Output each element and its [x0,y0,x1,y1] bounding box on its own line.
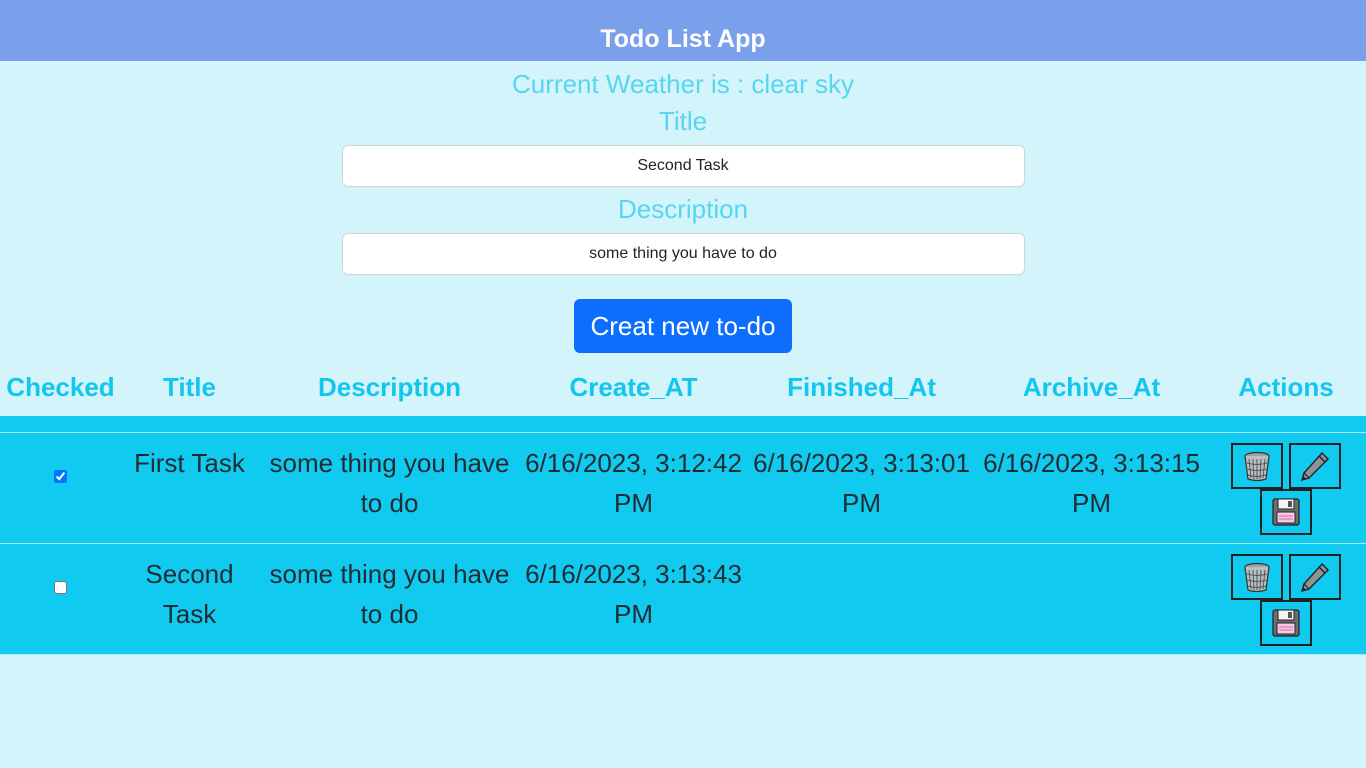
floppy-disk-icon [1272,498,1300,526]
title-label: Title [658,106,708,136]
title-cell: Second Task [121,543,258,655]
actions-cell [1206,543,1366,655]
weather-status: Current Weather is : clear sky [512,69,854,99]
save-button[interactable] [1260,489,1312,535]
delete-button[interactable] [1231,554,1283,600]
archived-cell: 6/16/2023, 3:13:15 PM [977,432,1206,544]
floppy-disk-icon [1272,609,1300,637]
edit-button[interactable] [1289,554,1341,600]
todo-table: Checked Title Description Create_AT Fini… [0,358,1366,655]
app-header: Todo List App [0,0,1366,61]
pencil-icon [1300,451,1329,482]
table-header-row: Checked Title Description Create_AT Fini… [0,358,1366,416]
row-checkbox[interactable] [54,581,67,594]
title-field-wrapper [341,145,1025,187]
table-row: First Task some thing you have to do 6/1… [0,432,1366,544]
column-header-actions: Actions [1238,371,1334,402]
description-field-wrapper [341,233,1025,275]
archived-cell [977,543,1206,655]
table-row: Second Task some thing you have to do 6/… [0,543,1366,655]
description-input[interactable] [341,233,1025,275]
description-label: Description [617,194,749,224]
trash-icon [1244,562,1270,593]
finished-cell: 6/16/2023, 3:13:01 PM [746,432,977,544]
create-button-wrapper: Creat new to-do [0,299,1366,353]
trash-icon [1244,451,1270,482]
row-checkbox[interactable] [54,470,67,483]
description-cell: some thing you have to do [258,543,521,655]
column-header-title: Title [163,371,216,402]
created-cell: 6/16/2023, 3:12:42 PM [521,432,746,544]
app-title: Todo List App [600,25,766,53]
edit-button[interactable] [1289,443,1341,489]
pencil-icon [1300,562,1329,593]
column-header-archived: Archive_At [1022,371,1161,402]
create-todo-button[interactable]: Creat new to-do [574,299,792,353]
column-header-created: Create_AT [569,371,698,402]
row-actions [1226,554,1346,646]
actions-cell [1206,432,1366,544]
finished-cell [746,543,977,655]
created-cell: 6/16/2023, 3:13:43 PM [521,543,746,655]
column-header-checked: Checked [6,371,115,402]
column-header-description: Description [317,371,462,402]
title-input[interactable] [341,145,1025,187]
save-button[interactable] [1260,600,1312,646]
row-actions [1226,443,1346,535]
delete-button[interactable] [1231,443,1283,489]
table-spacer-row [0,416,1366,433]
column-header-finished: Finished_At [787,371,936,402]
checked-cell [0,432,121,544]
checked-cell [0,543,121,655]
description-cell: some thing you have to do [258,432,521,544]
title-cell: First Task [121,432,258,544]
